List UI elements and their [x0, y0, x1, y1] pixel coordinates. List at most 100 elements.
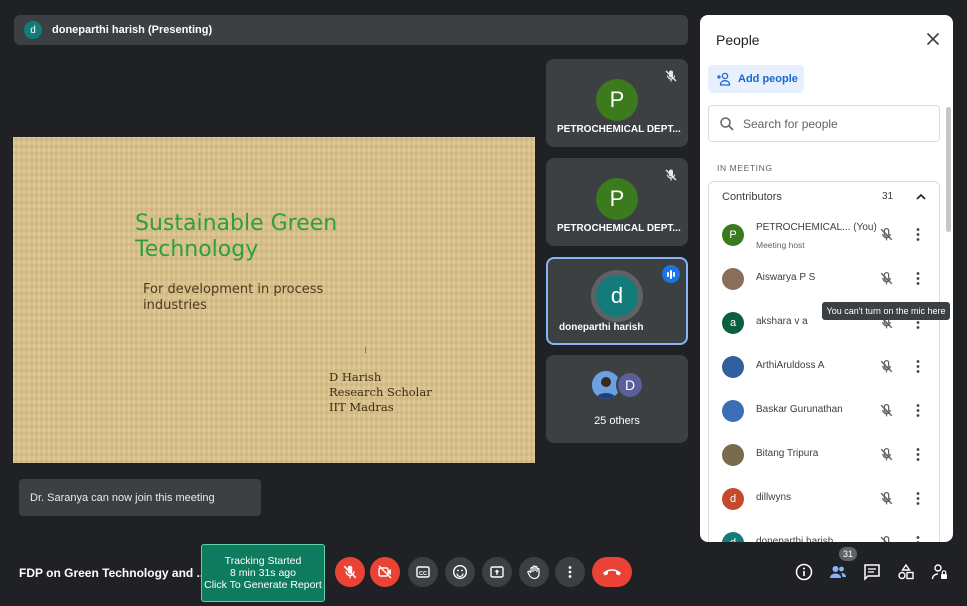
people-button[interactable] [828, 562, 848, 582]
slide-author: D Harish Research Scholar IIT Madras [329, 370, 432, 415]
participant-row[interactable]: Aiswarya P S [700, 257, 953, 301]
search-input[interactable]: Search for people [708, 105, 940, 142]
present-button[interactable] [482, 557, 512, 587]
shapes-icon [898, 563, 914, 580]
participant-name: Baskar Gurunathan [756, 404, 843, 415]
participant-name: akshara v a [756, 316, 808, 327]
participant-row[interactable]: Bitang Tripura [700, 433, 953, 477]
tile-name: doneparthi harish [559, 322, 644, 333]
tracking-line: Click To Generate Report [204, 579, 322, 591]
end-call-button[interactable] [592, 557, 632, 587]
captions-button[interactable]: CC [408, 557, 438, 587]
mic-tooltip: You can't turn on the mic here [822, 302, 950, 320]
tile-name: PETROCHEMICAL DEPT... [557, 223, 681, 234]
mouse-cursor [365, 347, 370, 353]
people-panel: People Add people Search for people IN M… [700, 15, 953, 542]
host-controls-button[interactable] [930, 562, 950, 582]
close-icon[interactable] [926, 32, 940, 46]
participant-name: PETROCHEMICAL... (You) [756, 222, 877, 233]
participant-row[interactable]: P PETROCHEMICAL... (You) Meeting host [700, 213, 953, 257]
participant-role: Meeting host [756, 240, 805, 250]
participant-row[interactable]: d doneparthi harish [700, 521, 953, 542]
participant-avatar: a [722, 312, 744, 334]
meeting-title: FDP on Green Technology and ... [19, 566, 207, 580]
lock-person-icon [931, 564, 947, 580]
participant-avatar [722, 356, 744, 378]
participant-name: Aiswarya P S [756, 272, 816, 283]
mic-off-icon[interactable] [879, 447, 894, 462]
mic-off-icon [665, 169, 677, 181]
join-notification: Dr. Saranya can now join this meeting [19, 479, 261, 516]
people-icon [830, 566, 846, 578]
slide-title: Sustainable Green Technology [135, 211, 338, 262]
participant-name: dillwyns [756, 492, 792, 503]
participant-avatar: d [722, 488, 744, 510]
search-placeholder: Search for people [743, 116, 838, 131]
more-vert-icon[interactable] [915, 271, 921, 286]
avatar: P [596, 79, 638, 121]
camera-toggle-button[interactable] [370, 557, 400, 587]
emoji-icon [452, 564, 468, 580]
contributors-label[interactable]: Contributors [722, 191, 782, 203]
participant-avatar [722, 400, 744, 422]
participant-name: ArthiAruldoss A [756, 360, 825, 371]
chevron-up-icon[interactable] [915, 191, 927, 203]
more-vert-icon[interactable] [915, 359, 921, 374]
search-icon [720, 116, 734, 131]
participant-row[interactable]: ArthiAruldoss A [700, 345, 953, 389]
avatar: D [616, 371, 644, 399]
contributors-count: 31 [882, 191, 894, 202]
chat-button[interactable] [862, 562, 882, 582]
captions-icon: CC [416, 566, 430, 578]
participant-tile-active[interactable]: d doneparthi harish [546, 257, 688, 345]
presenter-avatar: d [24, 21, 42, 39]
presenter-bar: d doneparthi harish (Presenting) [14, 15, 688, 45]
presenter-label: doneparthi harish (Presenting) [52, 24, 213, 36]
raise-hand-button[interactable] [519, 557, 549, 587]
present-screen-icon [490, 566, 504, 578]
meeting-details-button[interactable] [794, 562, 814, 582]
more-vert-icon[interactable] [915, 491, 921, 506]
more-options-button[interactable] [555, 557, 585, 587]
presentation-slide: Sustainable Green Technology For develop… [13, 137, 535, 463]
mic-off-icon[interactable] [879, 271, 894, 286]
tracking-report-button[interactable]: Tracking Started 8 min 31s ago Click To … [201, 544, 325, 602]
participant-row[interactable]: d dillwyns [700, 477, 953, 521]
participant-tile[interactable]: P PETROCHEMICAL DEPT... [546, 158, 688, 246]
others-tile[interactable]: D 25 others [546, 355, 688, 443]
more-vert-icon [568, 566, 572, 578]
reactions-button[interactable] [445, 557, 475, 587]
participant-name: doneparthi harish [756, 536, 834, 542]
chat-icon [864, 564, 880, 581]
mic-off-icon[interactable] [879, 535, 894, 542]
participant-avatar: P [722, 224, 744, 246]
more-vert-icon[interactable] [915, 447, 921, 462]
avatar: P [596, 178, 638, 220]
people-count-badge: 31 [839, 547, 857, 561]
tracking-line: 8 min 31s ago [230, 567, 296, 579]
author-line: Research Scholar [329, 385, 432, 399]
camera-off-icon [378, 565, 392, 579]
more-vert-icon[interactable] [915, 227, 921, 242]
more-vert-icon[interactable] [915, 535, 921, 542]
add-person-icon [717, 72, 731, 86]
svg-text:CC: CC [419, 571, 427, 577]
mic-off-icon [665, 70, 677, 82]
mic-off-icon[interactable] [879, 491, 894, 506]
participant-avatar [722, 444, 744, 466]
participant-tile[interactable]: P PETROCHEMICAL DEPT... [546, 59, 688, 147]
author-line: D Harish [329, 370, 382, 384]
mic-off-icon[interactable] [879, 359, 894, 374]
participant-row[interactable]: Baskar Gurunathan [700, 389, 953, 433]
hang-up-icon [603, 569, 621, 576]
activities-button[interactable] [896, 562, 916, 582]
mic-off-icon[interactable] [879, 227, 894, 242]
add-people-button[interactable]: Add people [708, 65, 804, 93]
mic-toggle-button[interactable] [335, 557, 365, 587]
more-vert-icon[interactable] [915, 403, 921, 418]
participant-avatar [722, 268, 744, 290]
add-people-label: Add people [738, 73, 798, 85]
section-heading: IN MEETING [717, 163, 773, 173]
mic-off-icon[interactable] [879, 403, 894, 418]
author-line: IIT Madras [329, 400, 394, 414]
